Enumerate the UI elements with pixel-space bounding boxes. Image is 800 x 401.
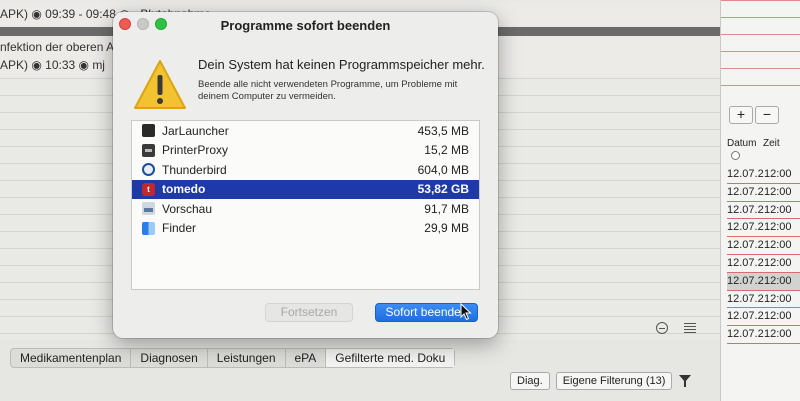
table-row[interactable]: 12.07.2 12:00 <box>727 166 800 184</box>
list-lines-icon[interactable] <box>684 323 696 333</box>
table-row[interactable]: 12.07.2 12:00 <box>727 291 800 309</box>
app-name: Vorschau <box>162 201 213 216</box>
table-row[interactable]: 12.07.2 12:00 <box>727 308 800 327</box>
app-row-jarlauncher[interactable]: JarLauncher 453,5 MB <box>132 121 479 141</box>
tab-gefilterte-med-doku[interactable]: Gefilterte med. Doku <box>326 349 455 367</box>
tab-medikamentenplan[interactable]: Medikamentenplan <box>11 349 132 367</box>
app-memory: 15,2 MB <box>424 143 469 158</box>
table-row[interactable]: 12.07.2 12:00 <box>727 237 800 255</box>
entries-table-header: Datum Zeit <box>727 138 799 149</box>
cell-date: 12.07.2 <box>727 274 764 287</box>
cell-date: 12.07.2 <box>727 239 764 252</box>
cell-time: 12:00 <box>764 203 792 216</box>
cell-time: 12:00 <box>764 185 792 198</box>
cell-time: 12:00 <box>764 292 792 305</box>
cell-time: 12:00 <box>764 239 792 252</box>
cell-date: 12.07.2 <box>727 168 764 180</box>
app-row-vorschau[interactable]: Vorschau 91,7 MB <box>132 199 479 219</box>
continue-button[interactable]: Fortsetzen <box>265 303 353 322</box>
right-panel-toolbar: + − <box>729 106 779 124</box>
tab-diagnosen[interactable]: Diagnosen <box>131 349 208 367</box>
tomedo-icon: t <box>142 182 155 196</box>
app-name: Thunderbird <box>162 162 227 177</box>
app-name: Finder <box>162 221 197 236</box>
column-header-time[interactable]: Zeit <box>763 138 799 149</box>
collapse-icon[interactable] <box>656 322 668 334</box>
mouse-pointer-icon <box>460 303 472 321</box>
tab-epa[interactable]: ePA <box>286 349 327 367</box>
message-title: Dein System hat keinen Programmspeicher … <box>198 57 485 72</box>
cell-time: 12:00 <box>764 256 792 269</box>
app-memory: 53,82 GB <box>417 182 469 197</box>
app-name: tomedo <box>162 182 206 197</box>
status-icons <box>656 320 706 336</box>
filter-bar: Diag. Eigene Filterung (13) <box>510 372 692 390</box>
table-row[interactable]: 12.07.2 12:00 <box>727 326 800 344</box>
cell-date: 12.07.2 <box>727 292 764 305</box>
diag-filter-button[interactable]: Diag. <box>510 372 550 390</box>
cell-time: 12:00 <box>764 168 792 180</box>
table-row[interactable]: 12.07.2 12:00 <box>727 255 800 273</box>
cell-date: 12.07.2 <box>727 328 764 341</box>
app-memory: 29,9 MB <box>424 221 469 236</box>
cell-date: 12.07.2 <box>727 185 764 198</box>
cell-time: 12:00 <box>764 328 792 341</box>
message-text: Beende alle nicht verwendeten Programme,… <box>198 79 458 102</box>
cell-time: 12:00 <box>764 310 792 323</box>
app-row-printerproxy[interactable]: PrinterProxy 15,2 MB <box>132 141 479 161</box>
app-memory: 453,5 MB <box>417 123 469 138</box>
finder-icon <box>142 221 155 235</box>
app-row-finder[interactable]: Finder 29,9 MB <box>132 219 479 239</box>
app-row-thunderbird[interactable]: Thunderbird 604,0 MB <box>132 160 479 180</box>
cell-time: 12:00 <box>764 274 792 287</box>
app-memory: 91,7 MB <box>424 201 469 216</box>
cell-time: 12:00 <box>764 221 792 234</box>
table-row[interactable]: 12.07.2 12:00 <box>727 202 800 220</box>
thunderbird-icon <box>142 163 155 176</box>
calendar-grid <box>721 0 800 100</box>
dialog-title: Programme sofort beenden <box>220 18 391 33</box>
app-memory: 604,0 MB <box>417 162 469 177</box>
add-entry-button[interactable]: + <box>729 106 753 124</box>
dialog-titlebar: Programme sofort beenden <box>113 12 498 38</box>
select-all-radio[interactable] <box>731 151 740 160</box>
cell-date: 12.07.2 <box>727 203 764 216</box>
warning-icon <box>134 60 186 109</box>
app-row-tomedo[interactable]: t tomedo 53,82 GB <box>132 179 479 199</box>
app-name: JarLauncher <box>162 123 229 138</box>
cell-date: 12.07.2 <box>727 256 764 269</box>
printer-proxy-icon <box>142 143 155 157</box>
table-row[interactable]: 12.07.2 12:00 <box>727 219 800 238</box>
custom-filter-button[interactable]: Eigene Filterung (13) <box>555 372 673 390</box>
entries-table: 12.07.2 12:00 12.07.2 12:00 12.07.2 12:00 12.0… <box>727 166 800 344</box>
remove-entry-button[interactable]: − <box>755 106 779 124</box>
column-header-date[interactable]: Datum <box>727 138 763 149</box>
filter-icon[interactable] <box>678 374 692 388</box>
preview-icon <box>142 202 155 215</box>
table-row[interactable]: 12.07.2 12:00 <box>727 184 800 202</box>
app-name: PrinterProxy <box>162 143 229 158</box>
cell-date: 12.07.2 <box>727 310 764 323</box>
table-row[interactable]: 12.07.2 12:00 <box>727 272 800 291</box>
tab-leistungen[interactable]: Leistungen <box>208 349 286 367</box>
jar-launcher-icon <box>142 124 155 137</box>
right-side-panel: + − Datum Zeit 12.07.2 12:00 12.07.2 12:00 1… <box>720 0 800 401</box>
cell-date: 12.07.2 <box>727 221 764 234</box>
application-list: JarLauncher 453,5 MB PrinterProxy 15,2 M… <box>131 120 480 290</box>
force-quit-dialog: Programme sofort beenden Dein System hat… <box>113 12 498 338</box>
bottom-tab-bar: Medikamentenplan Diagnosen Leistungen eP… <box>10 348 456 368</box>
